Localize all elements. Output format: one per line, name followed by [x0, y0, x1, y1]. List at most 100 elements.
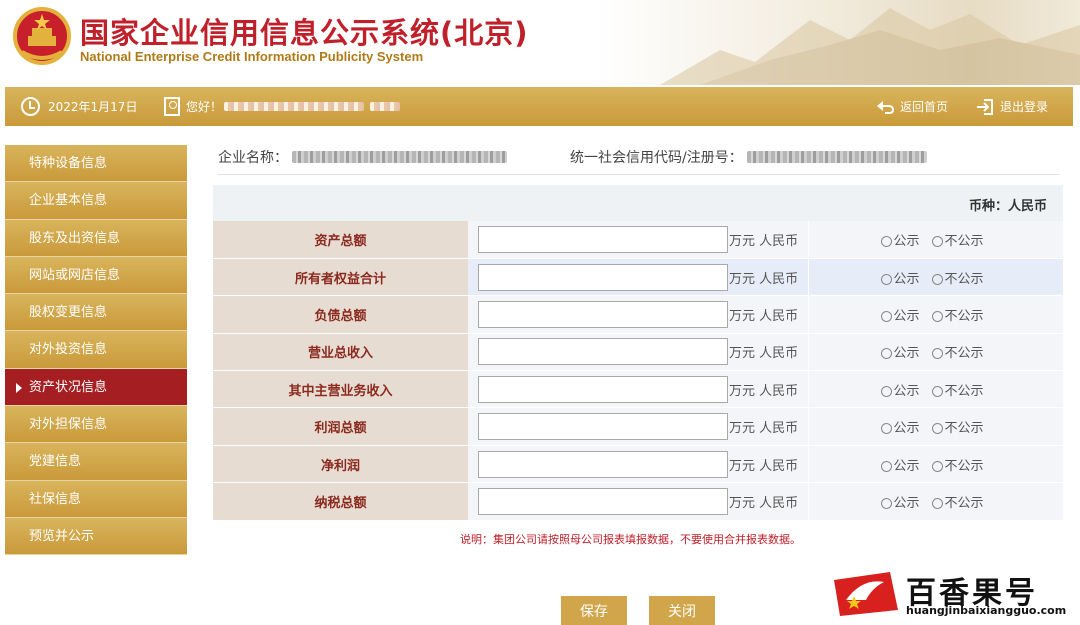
table-row: 利润总额 万元 人民币 公示 不公示: [213, 407, 1063, 446]
row-label: 净利润: [213, 445, 468, 484]
company-name-label: 企业名称：: [218, 150, 288, 166]
mountain-background: [660, 8, 1080, 85]
unit-label: 万元 人民币: [729, 308, 799, 324]
radio-circle-icon: [880, 497, 892, 509]
radio-public-label: 公示: [893, 346, 920, 362]
radio-private-label: 不公示: [944, 271, 984, 287]
radio-private-label: 不公示: [944, 495, 984, 511]
table-row: 净利润 万元 人民币 公示 不公示: [213, 445, 1063, 484]
row-label: 纳税总额: [213, 482, 468, 521]
site-header: 国家企业信用信息公示系统(北京) National Enterprise Cre…: [0, 0, 1080, 85]
home-link[interactable]: 返回首页: [875, 87, 948, 126]
site-title: 国家企业信用信息公示系统(北京): [80, 10, 529, 52]
table-row: 所有者权益合计 万元 人民币 公示 不公示: [213, 258, 1063, 297]
sidebar-item-social-security[interactable]: 社保信息: [5, 480, 187, 518]
site-title-region: (北京): [440, 16, 529, 50]
close-button[interactable]: 关闭: [649, 596, 715, 625]
return-icon: [877, 100, 895, 114]
unit-label: 万元 人民币: [729, 421, 799, 437]
radio-public-label: 公示: [893, 308, 920, 324]
sidebar-item-basic-info[interactable]: 企业基本信息: [5, 182, 187, 220]
site-title-main: 国家企业信用信息公示系统: [80, 16, 441, 50]
total-tax-input[interactable]: [478, 487, 728, 515]
save-button[interactable]: 保存: [561, 596, 627, 625]
redacted-credit-code: [746, 151, 927, 163]
radio-public-label: 公示: [893, 458, 920, 474]
row-label: 其中主营业务收入: [213, 370, 468, 409]
sidebar-item-party[interactable]: 党建信息: [5, 443, 187, 481]
radio-public-label: 公示: [893, 233, 920, 249]
radio-private[interactable]: 不公示: [931, 458, 984, 474]
table-row: 纳税总额 万元 人民币 公示 不公示: [213, 482, 1063, 521]
radio-circle-icon: [931, 497, 943, 509]
table-row: 负债总额 万元 人民币 公示 不公示: [213, 295, 1063, 334]
radio-private[interactable]: 不公示: [931, 495, 984, 511]
sidebar-item-shareholders[interactable]: 股东及出资信息: [5, 219, 187, 257]
sidebar-item-website[interactable]: 网站或网店信息: [5, 256, 187, 295]
radio-public[interactable]: 公示: [880, 308, 920, 324]
radio-public[interactable]: 公示: [880, 458, 920, 474]
row-label: 利润总额: [213, 407, 468, 446]
logout-icon: [977, 98, 993, 115]
sidebar-item-special-equipment[interactable]: 特种设备信息: [5, 145, 187, 183]
radio-private[interactable]: 不公示: [931, 234, 984, 249]
home-link-label: 返回首页: [900, 100, 949, 114]
radio-private[interactable]: 不公示: [931, 421, 984, 437]
radio-private-label: 不公示: [944, 308, 984, 324]
company-name-field: 企业名称：: [218, 147, 507, 167]
radio-private[interactable]: 不公示: [931, 346, 984, 361]
radio-public-label: 公示: [893, 383, 920, 399]
date-text: 2022年1月17日: [48, 100, 138, 114]
radio-circle-icon: [931, 348, 943, 360]
company-info-row: 企业名称： 统一社会信用代码/注册号：: [218, 147, 1060, 175]
financial-table: 资产总额 万元 人民币 公示 不公示 所有者权益合计 万元 人民币 公示 不公示 负…: [213, 221, 1063, 521]
row-label: 负债总额: [213, 295, 468, 334]
sidebar-item-assets[interactable]: 资产状况信息: [5, 368, 187, 407]
table-row: 资产总额 万元 人民币 公示 不公示: [213, 221, 1063, 259]
radio-private[interactable]: 不公示: [931, 308, 984, 324]
owner-equity-input[interactable]: [478, 263, 728, 291]
radio-public[interactable]: 公示: [880, 272, 920, 287]
total-profit-input[interactable]: [478, 413, 728, 441]
watermark-url: huangjinbaixiangguo.com: [906, 604, 1067, 617]
credit-code-field: 统一社会信用代码/注册号：: [570, 147, 927, 167]
net-profit-input[interactable]: [478, 450, 728, 478]
row-label: 所有者权益合计: [213, 258, 468, 297]
redacted-company-name: [292, 151, 507, 163]
logout-link-label: 退出登录: [1000, 100, 1049, 114]
radio-circle-icon: [931, 385, 943, 397]
total-liabilities-input[interactable]: [478, 300, 728, 328]
national-emblem-icon: [13, 7, 71, 65]
radio-public[interactable]: 公示: [880, 496, 920, 511]
radio-public-label: 公示: [893, 421, 920, 437]
table-row: 营业总收入 万元 人民币 公示 不公示: [213, 333, 1063, 372]
clock-icon: [21, 97, 40, 116]
radio-private[interactable]: 不公示: [931, 383, 984, 399]
main-business-revenue-input[interactable]: [478, 375, 728, 403]
radio-circle-icon: [931, 235, 943, 247]
sidebar-item-investment[interactable]: 对外投资信息: [5, 331, 187, 369]
radio-circle-icon: [880, 385, 892, 397]
sidebar-item-preview-publish[interactable]: 预览并公示: [5, 517, 187, 556]
radio-private-label: 不公示: [944, 458, 984, 474]
unit-label: 万元 人民币: [729, 346, 799, 362]
radio-public[interactable]: 公示: [880, 233, 920, 249]
radio-private-label: 不公示: [944, 383, 984, 399]
radio-circle-icon: [880, 460, 892, 472]
unit-label: 万元 人民币: [729, 271, 799, 287]
radio-public[interactable]: 公示: [880, 383, 920, 399]
row-label: 资产总额: [213, 221, 468, 259]
top-bar: 2022年1月17日 您好！ 返回首页 退出登录: [5, 87, 1073, 126]
total-assets-input[interactable]: [478, 225, 728, 253]
total-revenue-input[interactable]: [478, 338, 728, 366]
radio-private-label: 不公示: [944, 421, 984, 437]
radio-private[interactable]: 不公示: [931, 271, 984, 287]
sidebar-item-equity-change[interactable]: 股权变更信息: [5, 294, 187, 332]
radio-public[interactable]: 公示: [880, 421, 920, 437]
logout-link[interactable]: 退出登录: [975, 87, 1048, 126]
sidebar-item-guarantee[interactable]: 对外担保信息: [5, 406, 187, 444]
radio-public[interactable]: 公示: [880, 346, 920, 362]
unit-label: 万元 人民币: [729, 383, 799, 399]
unit-label: 万元 人民币: [729, 495, 799, 511]
site-subtitle-en: National Enterprise Credit Information P…: [80, 49, 424, 64]
